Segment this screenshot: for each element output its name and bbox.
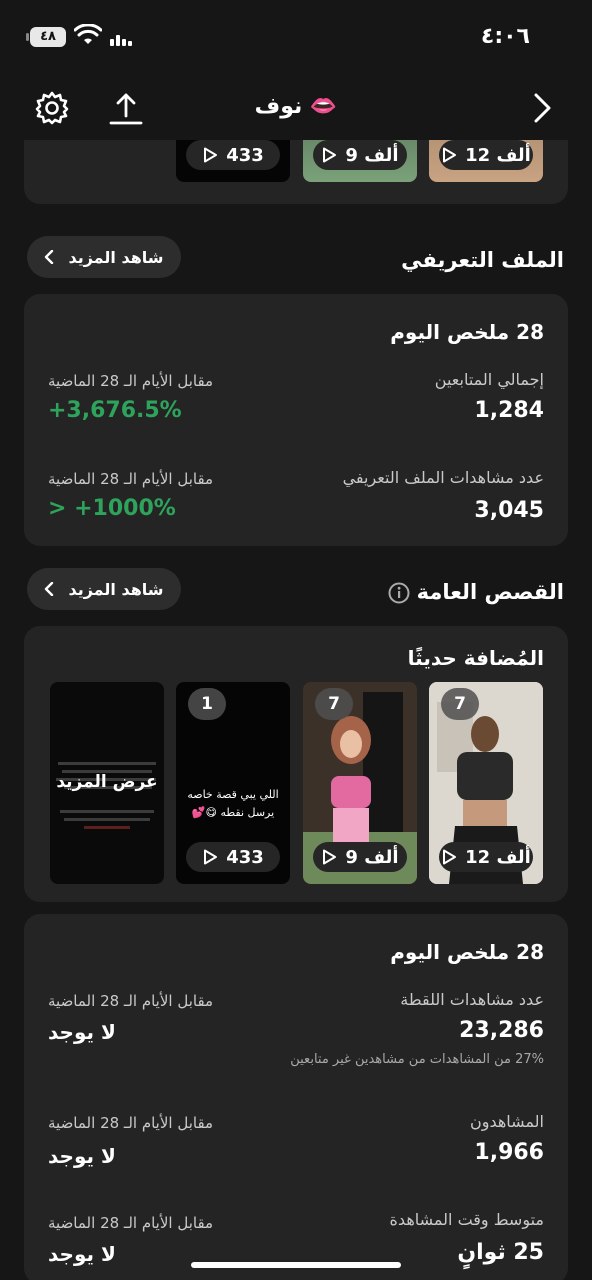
stories-heading: القصص العامة — [416, 580, 564, 604]
viewers-value: 1,966 — [474, 1140, 544, 1165]
profile-see-more-button[interactable]: شاهد المزيد — [27, 236, 181, 278]
story-thumbnail[interactable]: 1 اللي يبي قصة خاصه يرسل نقطه 😋💕 433 — [176, 682, 290, 884]
followers-change: +3,676.5% — [48, 398, 182, 423]
views-pill: 9 ألف — [313, 140, 407, 170]
clock: ٤:٠٦ — [480, 24, 530, 49]
profile-views-label: عدد مشاهدات الملف التعريفي — [342, 468, 544, 487]
info-icon[interactable] — [388, 582, 410, 604]
views-pill: 12 ألف — [439, 140, 533, 170]
play-icon — [204, 147, 218, 163]
profile-views-value: 3,045 — [474, 498, 544, 523]
compare-label: مقابل الأيام الـ 28 الماضية — [48, 1214, 214, 1232]
view-more-tile[interactable]: عرض المزيد — [50, 682, 164, 884]
story-thumbnail[interactable]: 7 9 ألف — [303, 682, 417, 884]
snap-views-label: عدد مشاهدات اللقطة — [400, 990, 544, 1009]
followers-value: 1,284 — [474, 398, 544, 423]
profile-summary-card[interactable]: 28 ملخص اليوم إجمالي المتابعين 1,284 مقا… — [24, 294, 568, 546]
chevron-left-icon — [45, 250, 54, 264]
summary-title: 28 ملخص اليوم — [390, 940, 544, 964]
chevron-left-icon — [45, 582, 54, 596]
top-partial-card: 433 9 ألف 12 ألف — [24, 140, 568, 204]
compare-label: مقابل الأيام الـ 28 الماضية — [48, 1114, 214, 1132]
story-count-badge: 7 — [441, 688, 479, 720]
status-bar: ٤٨ ٤:٠٦ — [0, 0, 592, 72]
watch-time-change: لا يوجد — [48, 1242, 116, 1266]
views-pill: 433 — [186, 140, 280, 170]
story-thumbnail[interactable]: 12 ألف — [429, 140, 543, 182]
story-thumbnail[interactable]: 7 12 ألف — [429, 682, 543, 884]
view-more-label: عرض المزيد — [56, 772, 158, 792]
snap-views-value: 23,286 — [459, 1018, 544, 1043]
watch-time-value: 25 ثوانٍ — [457, 1240, 544, 1265]
snap-views-note: 27% من المشاهدات من مشاهدين غير متابعين — [290, 1052, 544, 1067]
battery-icon: ٤٨ — [26, 27, 66, 47]
story-count-badge: 1 — [188, 688, 226, 720]
story-thumbnail[interactable]: 9 ألف — [303, 140, 417, 182]
screen: ٤٨ ٤:٠٦ نوف 👄 433 9 ألف 12 ألف شاهد المز… — [0, 0, 592, 1280]
play-icon — [204, 849, 218, 865]
summary-title: 28 ملخص اليوم — [390, 320, 544, 344]
signal-icon — [110, 35, 132, 46]
followers-label: إجمالي المتابعين — [434, 370, 544, 389]
views-pill: 12 ألف — [439, 842, 533, 872]
profile-views-change: > +1000% — [48, 496, 176, 521]
compare-label: مقابل الأيام الـ 28 الماضية — [48, 470, 214, 488]
story-count-badge: 7 — [315, 688, 353, 720]
views-pill: 9 ألف — [313, 842, 407, 872]
story-caption: اللي يبي قصة خاصه يرسل نقطه 😋💕 — [187, 788, 279, 819]
stories-see-more-button[interactable]: شاهد المزيد — [27, 568, 181, 610]
recent-title: المُضافة حديثًا — [407, 646, 544, 670]
play-icon — [323, 849, 337, 865]
snap-views-change: لا يوجد — [48, 1020, 116, 1044]
nav-bar: نوف 👄 — [0, 78, 592, 140]
play-icon — [443, 147, 457, 163]
watch-time-label: متوسط وقت المشاهدة — [389, 1210, 544, 1229]
story-summary-card[interactable]: 28 ملخص اليوم عدد مشاهدات اللقطة 23,286 … — [24, 914, 568, 1280]
wifi-icon — [74, 24, 102, 44]
compare-label: مقابل الأيام الـ 28 الماضية — [48, 992, 214, 1010]
viewers-label: المشاهدون — [469, 1112, 544, 1131]
home-indicator[interactable] — [191, 1262, 401, 1268]
page-title: نوف 👄 — [254, 94, 338, 119]
profile-heading: الملف التعريفي — [401, 248, 564, 272]
recent-stories-card: المُضافة حديثًا 7 12 ألف 7 9 ألف 1 اللي … — [24, 626, 568, 902]
back-chevron-icon[interactable] — [524, 90, 560, 126]
play-icon — [323, 147, 337, 163]
play-icon — [443, 849, 457, 865]
compare-label: مقابل الأيام الـ 28 الماضية — [48, 372, 214, 390]
viewers-change: لا يوجد — [48, 1144, 116, 1168]
story-thumbnail[interactable]: 433 — [176, 140, 290, 182]
views-pill: 433 — [186, 842, 280, 872]
